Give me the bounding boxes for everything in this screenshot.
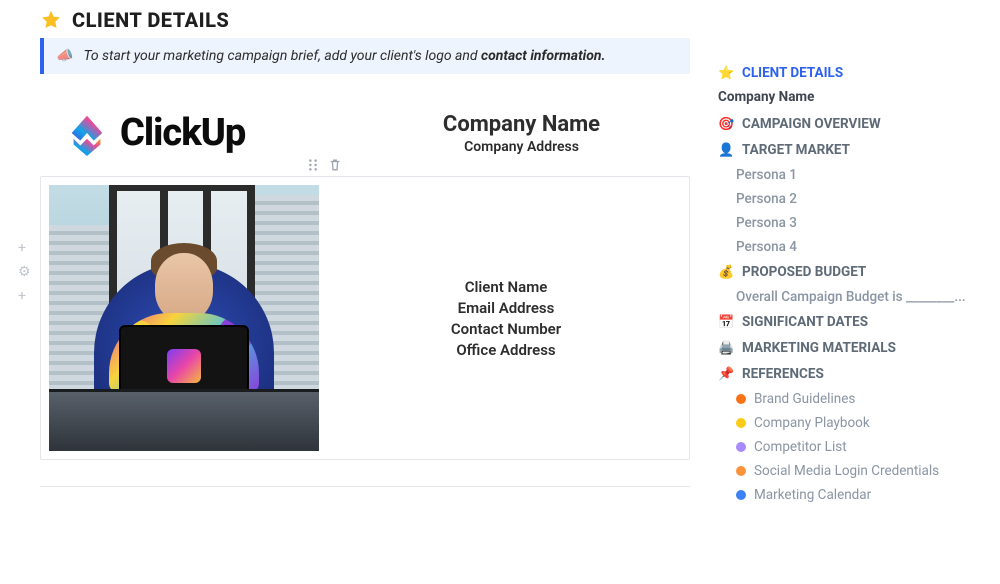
clickup-logotext: ClickUp: [120, 111, 245, 155]
outline-persona-1[interactable]: Persona 1: [714, 163, 986, 187]
dot-icon: [736, 490, 746, 500]
outline-marketing-materials[interactable]: 🖨️ MARKETING MATERIALS: [714, 335, 986, 361]
outline-company-name[interactable]: Company Name: [714, 86, 986, 111]
client-contact-field[interactable]: Contact Number: [331, 320, 681, 338]
clickup-logo: ClickUp: [64, 110, 353, 156]
callout-prefix: To start your marketing campaign brief, …: [83, 48, 481, 64]
person-icon: 👤: [718, 143, 734, 158]
outline-persona-4[interactable]: Persona 4: [714, 235, 986, 259]
star-icon: ⭐: [718, 66, 734, 81]
document-outline: ⭐ CLIENT DETAILS Company Name 🎯 CAMPAIGN…: [714, 60, 986, 507]
megaphone-icon: 📣: [56, 48, 73, 64]
client-name-field[interactable]: Client Name: [331, 278, 681, 296]
dot-icon: [736, 442, 746, 452]
outline-client-details[interactable]: ⭐ CLIENT DETAILS: [714, 60, 986, 86]
company-block: Company Name Company Address: [377, 112, 666, 155]
outline-ref-2[interactable]: Competitor List: [714, 435, 986, 459]
outline-ref-0[interactable]: Brand Guidelines: [714, 387, 986, 411]
outline-persona-2[interactable]: Persona 2: [714, 187, 986, 211]
outline-target-market[interactable]: 👤 TARGET MARKET: [714, 137, 986, 163]
client-card[interactable]: Client Name Email Address Contact Number…: [40, 176, 690, 460]
outline-ref-3[interactable]: Social Media Login Credentials: [714, 459, 986, 483]
callout-banner: 📣 To start your marketing campaign brief…: [40, 38, 690, 74]
client-email-field[interactable]: Email Address: [331, 299, 681, 317]
dot-icon: [736, 394, 746, 404]
add-block-icon[interactable]: +: [18, 240, 31, 256]
company-address[interactable]: Company Address: [377, 139, 666, 155]
block-toolbar: [40, 158, 690, 172]
add-below-icon[interactable]: +: [18, 288, 31, 304]
clickup-logomark-icon: [64, 110, 110, 156]
calendar-icon: 📅: [718, 315, 734, 330]
outline-budget-sub[interactable]: Overall Campaign Budget is ________...: [714, 285, 986, 309]
client-photo[interactable]: [49, 185, 319, 451]
star-icon: [40, 9, 62, 31]
outline-campaign-overview[interactable]: 🎯 CAMPAIGN OVERVIEW: [714, 111, 986, 137]
callout-bold: contact information.: [481, 48, 605, 64]
client-fields: Client Name Email Address Contact Number…: [331, 275, 681, 362]
outline-ref-4[interactable]: Marketing Calendar: [714, 483, 986, 507]
outline-proposed-budget[interactable]: 💰 PROPOSED BUDGET: [714, 259, 986, 285]
drag-handle-icon[interactable]: [306, 158, 320, 172]
block-settings-icon[interactable]: ⚙: [18, 264, 31, 280]
outline-persona-3[interactable]: Persona 3: [714, 211, 986, 235]
trash-icon[interactable]: [328, 158, 342, 172]
outline-ref-1[interactable]: Company Playbook: [714, 411, 986, 435]
outline-references[interactable]: 📌 REFERENCES: [714, 361, 986, 387]
logo-company-row: ClickUp Company Name Company Address: [40, 90, 690, 162]
page-header: CLIENT DETAILS: [40, 8, 690, 32]
pin-icon: 📌: [718, 367, 734, 382]
block-gutter: + ⚙ +: [18, 240, 31, 304]
company-name[interactable]: Company Name: [377, 112, 666, 137]
outline-significant-dates[interactable]: 📅 SIGNIFICANT DATES: [714, 309, 986, 335]
page-title: CLIENT DETAILS: [72, 8, 229, 32]
target-icon: 🎯: [718, 117, 734, 132]
client-office-field[interactable]: Office Address: [331, 341, 681, 359]
callout-text: To start your marketing campaign brief, …: [83, 48, 605, 64]
moneybag-icon: 💰: [718, 265, 734, 280]
dot-icon: [736, 466, 746, 476]
divider: [40, 486, 690, 487]
printer-icon: 🖨️: [718, 341, 734, 356]
dot-icon: [736, 418, 746, 428]
main-content: CLIENT DETAILS 📣 To start your marketing…: [40, 8, 690, 487]
